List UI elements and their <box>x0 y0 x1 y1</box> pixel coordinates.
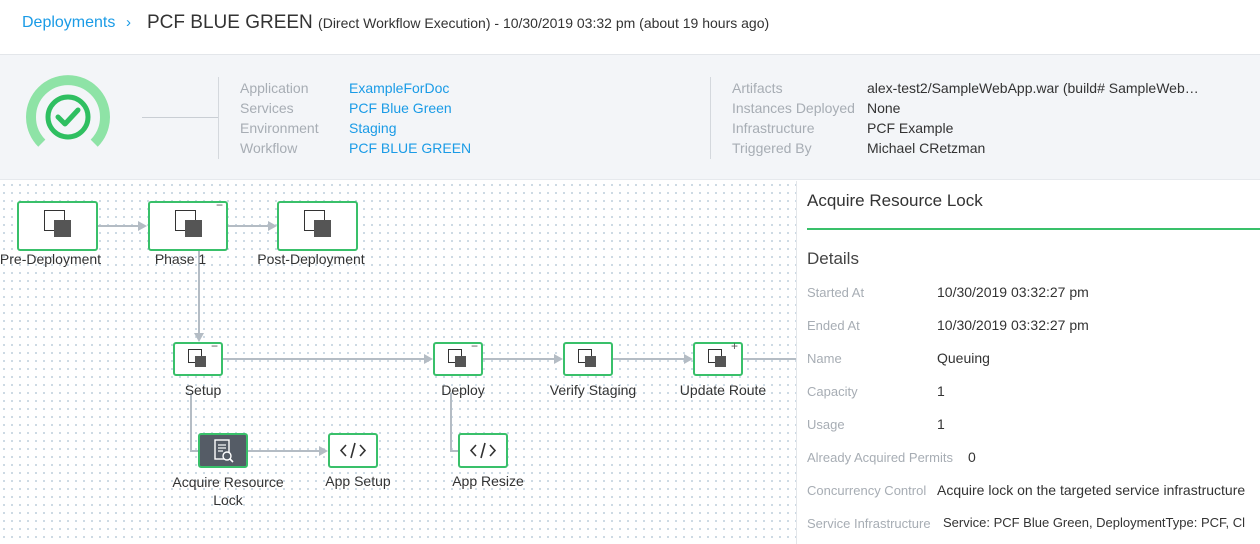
success-status-icon <box>26 75 110 147</box>
service-infrastructure-value: Service: PCF Blue Green, DeploymentType:… <box>943 515 1246 530</box>
app-setup-node[interactable] <box>328 433 378 468</box>
infrastructure-label: Infrastructure <box>732 120 815 136</box>
capacity-value: 1 <box>937 383 945 399</box>
panel-divider <box>807 228 1260 230</box>
edge <box>222 358 424 360</box>
workflow-label: Workflow <box>240 140 298 156</box>
instances-deployed-label: Instances Deployed <box>732 100 855 116</box>
page-header: Deployments › PCF BLUE GREEN (Direct Wor… <box>0 0 1260 55</box>
arrow-right-icon <box>424 354 433 364</box>
infrastructure-value: PCF Example <box>867 120 954 136</box>
panel-title: Acquire Resource Lock <box>807 191 983 210</box>
edge <box>248 450 320 452</box>
acquired-permits-value: 0 <box>968 449 976 465</box>
post-deployment-label: Post-Deployment <box>257 251 365 267</box>
deploy-label: Deploy <box>441 382 485 398</box>
execution-summary: Application ExampleForDoc Services PCF B… <box>0 55 1260 180</box>
usage-label: Usage <box>807 417 845 432</box>
capacity-label: Capacity <box>807 384 858 399</box>
workflow-canvas[interactable]: Pre-Deployment − Phase 1 Post-Deployment… <box>0 181 796 544</box>
execution-subtitle: (Direct Workflow Execution) - 10/30/2019… <box>318 15 770 31</box>
acquire-resource-lock-node[interactable] <box>198 433 248 468</box>
services-label: Services <box>240 100 294 116</box>
update-route-label: Update Route <box>679 382 767 398</box>
concurrency-control-label: Concurrency Control <box>807 483 927 498</box>
app-setup-label: App Setup <box>325 473 391 489</box>
artifacts-value: alex-test2/SampleWebApp.war (build# Samp… <box>867 80 1199 96</box>
setup-label: Setup <box>184 382 222 398</box>
workflow-title: PCF BLUE GREEN <box>147 12 313 33</box>
verify-staging-label: Verify Staging <box>549 382 637 398</box>
environment-link[interactable]: Staging <box>349 120 396 136</box>
collapse-icon[interactable]: − <box>211 340 218 352</box>
application-link[interactable]: ExampleForDoc <box>349 80 449 96</box>
expand-icon[interactable]: + <box>731 340 738 352</box>
edge <box>227 225 269 227</box>
workflow-link[interactable]: PCF BLUE GREEN <box>349 140 471 156</box>
phase-1-label: Phase 1 <box>154 251 207 267</box>
code-icon <box>469 442 497 459</box>
app-resize-label: App Resize <box>452 473 524 489</box>
deploy-node[interactable]: − <box>433 340 483 376</box>
name-label: Name <box>807 351 842 366</box>
pre-deployment-label: Pre-Deployment <box>0 251 102 267</box>
arrow-right-icon <box>684 354 693 364</box>
verify-staging-node[interactable] <box>563 342 613 376</box>
triggered-by-label: Triggered By <box>732 140 812 156</box>
arrow-down-icon <box>194 333 204 342</box>
concurrency-control-value: Acquire lock on the targeted service inf… <box>937 482 1246 498</box>
edge <box>742 358 796 360</box>
step-details-panel: Acquire Resource Lock Details Started At… <box>796 181 1260 544</box>
pre-deployment-node[interactable] <box>17 201 98 251</box>
edge <box>612 358 684 360</box>
breadcrumb-deployments-link[interactable]: Deployments <box>22 14 115 32</box>
acquired-permits-label: Already Acquired Permits <box>807 450 953 465</box>
summary-divider <box>710 77 711 159</box>
page-title: PCF BLUE GREEN (Direct Workflow Executio… <box>147 12 769 34</box>
ended-at-value: 10/30/2019 03:32:27 pm <box>937 317 1089 333</box>
started-at-value: 10/30/2019 03:32:27 pm <box>937 284 1089 300</box>
summary-divider <box>218 77 219 159</box>
edge <box>97 225 139 227</box>
environment-label: Environment <box>240 120 319 136</box>
acquire-resource-lock-label: Acquire Resource Lock <box>172 474 284 508</box>
ended-at-label: Ended At <box>807 318 860 333</box>
chevron-right-icon: › <box>126 14 131 31</box>
edge <box>190 393 192 451</box>
update-route-node[interactable]: + <box>693 340 743 376</box>
usage-value: 1 <box>937 416 945 432</box>
services-link[interactable]: PCF Blue Green <box>349 100 452 116</box>
artifacts-label: Artifacts <box>732 80 783 96</box>
setup-node[interactable]: − <box>173 340 223 376</box>
collapse-icon[interactable]: − <box>216 199 223 211</box>
edge <box>482 358 554 360</box>
post-deployment-node[interactable] <box>277 201 358 251</box>
started-at-label: Started At <box>807 285 865 300</box>
edge <box>450 393 452 451</box>
phase-1-node[interactable]: − <box>148 199 228 251</box>
details-heading: Details <box>807 249 859 268</box>
summary-connector <box>142 117 218 118</box>
instances-deployed-value: None <box>867 100 901 116</box>
name-value: Queuing <box>937 350 990 366</box>
resource-lock-icon <box>214 439 234 463</box>
triggered-by-value: Michael CRetzman <box>867 140 986 156</box>
arrow-right-icon <box>554 354 563 364</box>
service-infrastructure-label: Service Infrastructure <box>807 516 931 531</box>
app-resize-node[interactable] <box>458 433 508 468</box>
arrow-right-icon <box>268 221 277 231</box>
application-label: Application <box>240 80 309 96</box>
arrow-right-icon <box>319 446 328 456</box>
collapse-icon[interactable]: − <box>471 340 478 352</box>
code-icon <box>339 442 367 459</box>
arrow-right-icon <box>138 221 147 231</box>
